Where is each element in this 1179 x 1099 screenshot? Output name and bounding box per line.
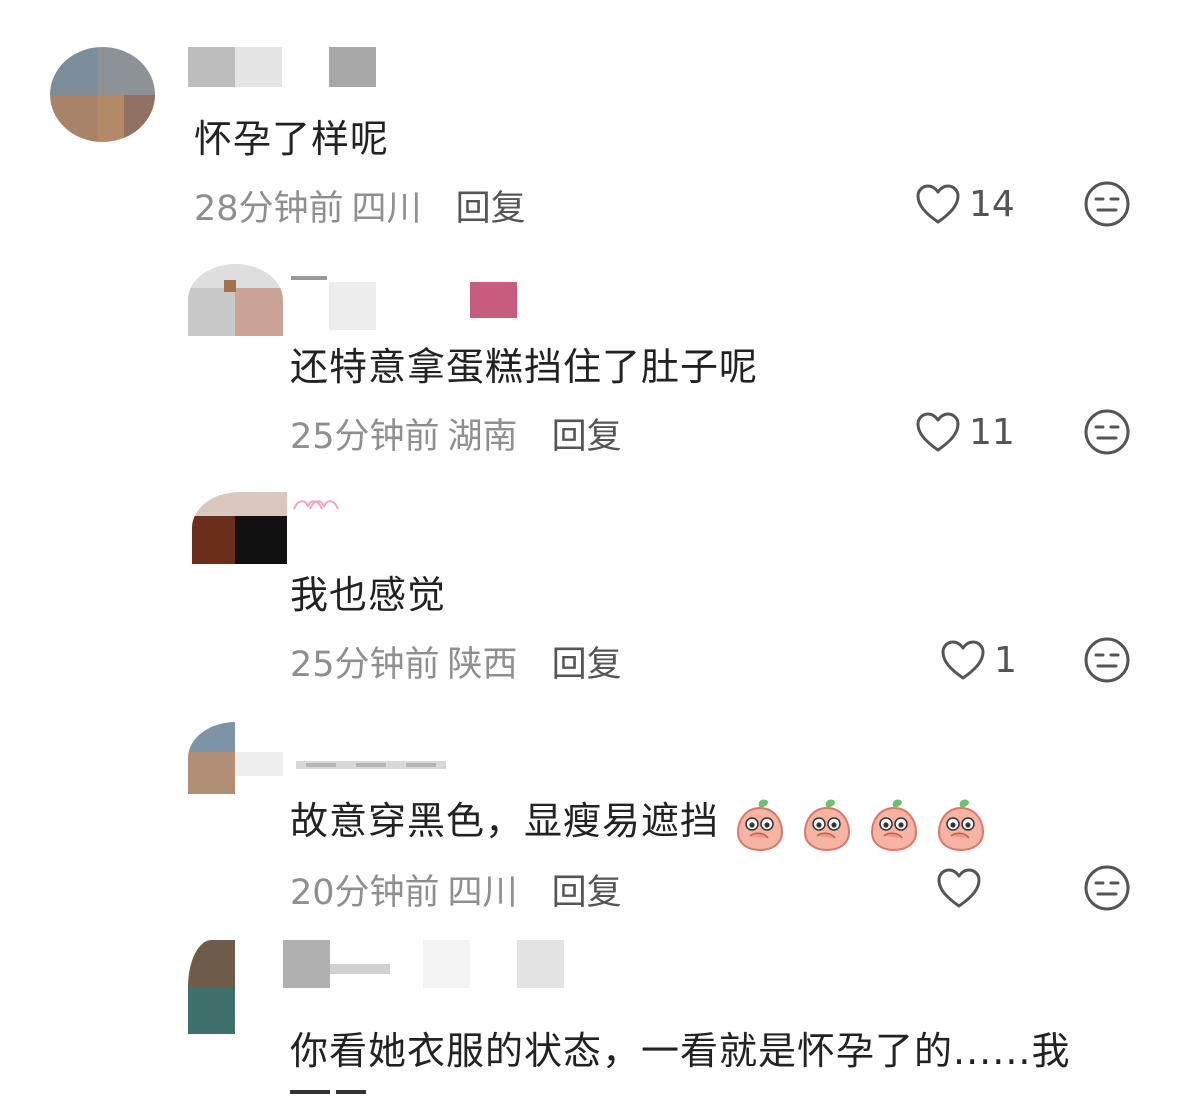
reply-button[interactable]: 回复 — [552, 645, 622, 685]
username-masked — [292, 496, 342, 510]
peach-covering-mouth-emoji — [804, 798, 851, 851]
comment-time: 25分钟前 — [290, 417, 440, 457]
comment-text: 还特意拿蛋糕挡住了肚子呢 — [290, 345, 759, 389]
avatar[interactable] — [188, 940, 235, 1034]
heart-outline-icon — [916, 412, 960, 452]
comment-text-content: 故意穿黑色，显瘦易遮挡 — [290, 799, 720, 843]
emoji-group — [719, 798, 987, 851]
comment-location: 陕西 — [447, 645, 518, 685]
comment-text: 我也感觉 — [290, 573, 447, 617]
comment-time: 20分钟前 — [290, 873, 440, 913]
reply-item: 你看她衣服的状态，一看就是怀孕了的......我 — [0, 0, 1179, 1094]
comment-location: 四川 — [447, 873, 518, 913]
username-masked[interactable] — [283, 940, 568, 988]
comment-meta: 25分钟前 陕西 回复 — [290, 636, 622, 687]
truncated-text-line — [290, 1088, 370, 1099]
like-button[interactable] — [936, 864, 982, 912]
peach-covering-mouth-emoji — [737, 798, 784, 851]
peach-covering-mouth-emoji — [871, 798, 918, 851]
reply-button[interactable]: 回复 — [552, 873, 622, 913]
username-masked — [296, 756, 456, 770]
avatar[interactable] — [188, 722, 283, 794]
avatar[interactable] — [192, 492, 287, 564]
peach-covering-mouth-emoji — [938, 798, 985, 851]
avatar[interactable] — [188, 264, 283, 336]
comment-time: 25分钟前 — [290, 645, 440, 685]
username-masked[interactable] — [283, 276, 523, 332]
comment-meta: 25分钟前 湖南 回复 — [290, 408, 622, 459]
meh-face-icon — [1084, 409, 1130, 455]
dislike-button[interactable] — [1083, 864, 1131, 912]
comment-meta: 20分钟前 四川 回复 — [290, 864, 622, 915]
reply-button[interactable]: 回复 — [552, 417, 622, 457]
dislike-button[interactable] — [1083, 408, 1131, 456]
heart-outline-icon — [941, 640, 985, 680]
like-count: 1 — [994, 639, 1017, 681]
comment-text: 故意穿黑色，显瘦易遮挡 — [290, 790, 987, 852]
dislike-button[interactable] — [1083, 636, 1131, 684]
heart-outline-icon — [937, 868, 981, 908]
like-count: 11 — [969, 411, 1015, 453]
comment-text: 你看她衣服的状态，一看就是怀孕了的......我 — [290, 1029, 1071, 1073]
like-button[interactable]: 1 — [940, 636, 1017, 684]
comment-location: 湖南 — [447, 417, 518, 457]
like-button[interactable]: 11 — [915, 408, 1015, 456]
meh-face-icon — [1084, 865, 1130, 911]
meh-face-icon — [1084, 637, 1130, 683]
